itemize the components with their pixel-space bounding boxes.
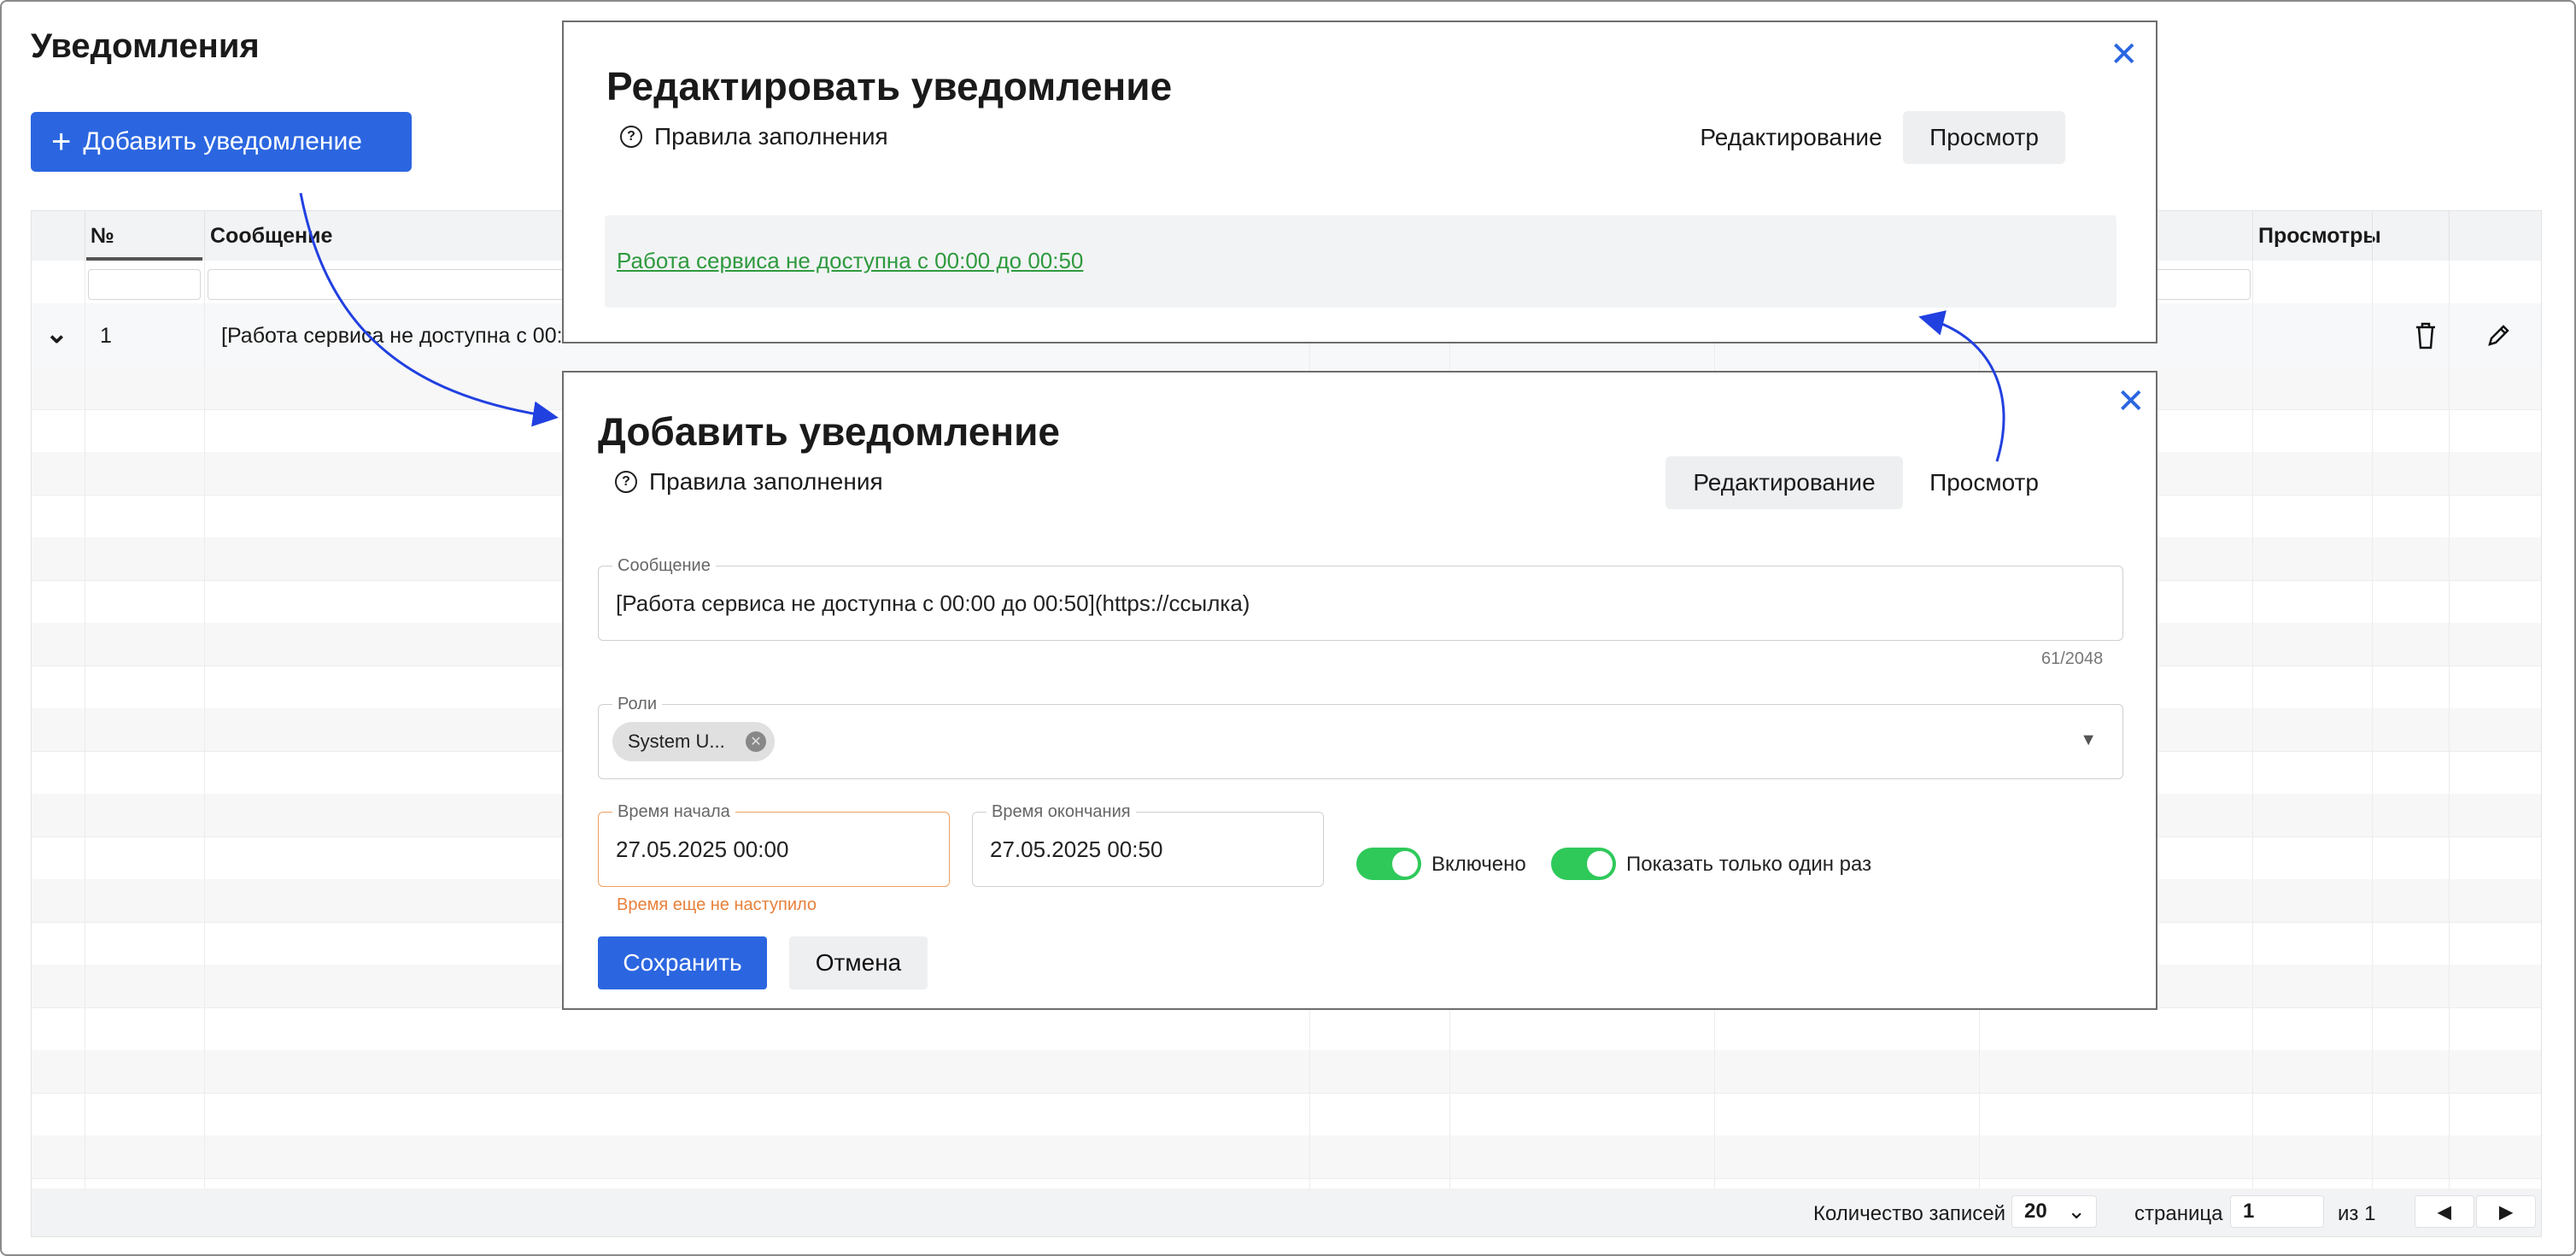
app-frame: Уведомления + Добавить уведомление № Соо… — [0, 0, 2576, 1256]
arrow-add-to-modal — [299, 192, 559, 427]
annotation-arrows — [299, 192, 2005, 462]
arrow-preview-to-modal — [1918, 310, 2005, 462]
